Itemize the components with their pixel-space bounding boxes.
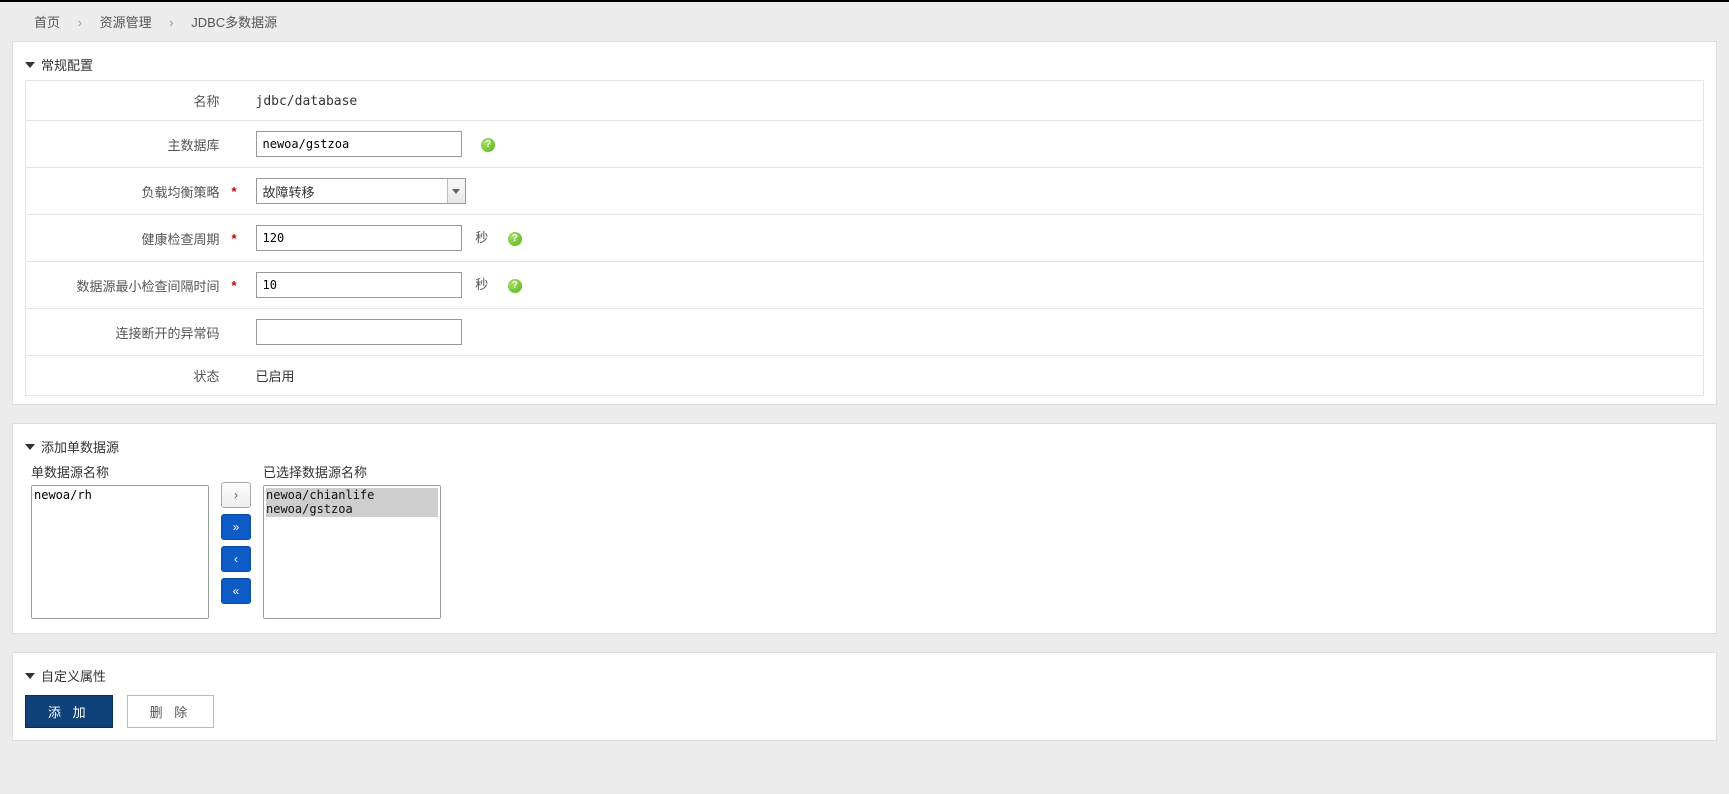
- available-ds-list[interactable]: newoa/rh: [31, 485, 209, 619]
- list-item[interactable]: newoa/rh: [34, 488, 206, 502]
- add-single-ds-panel: 添加单数据源 单数据源名称 newoa/rh › » ‹ « 已选择数据源名称 …: [12, 423, 1717, 634]
- min-interval-label: 数据源最小检查间隔时间: [26, 262, 226, 309]
- selected-ds-list[interactable]: newoa/chianlifenewoa/gstzoa: [263, 485, 441, 619]
- required-mark: *: [226, 168, 250, 215]
- general-config-panel: 常规配置 名称 jdbc/database 主数据库 ? 负载均衡策略 * 故障…: [12, 41, 1717, 405]
- lb-strategy-label: 负载均衡策略: [26, 168, 226, 215]
- lb-strategy-select[interactable]: 故障转移: [256, 178, 466, 204]
- move-left-button[interactable]: ‹: [221, 546, 251, 572]
- custom-props-panel: 自定义属性 添 加 删 除: [12, 652, 1717, 741]
- health-unit: 秒: [475, 230, 488, 245]
- required-mark: *: [226, 215, 250, 262]
- breadcrumb-sep-icon: ›: [169, 15, 173, 30]
- name-value: jdbc/database: [256, 94, 358, 109]
- help-icon[interactable]: ?: [508, 232, 522, 246]
- exception-code-label: 连接断开的异常码: [26, 309, 226, 356]
- master-db-input[interactable]: [256, 131, 462, 157]
- move-right-button[interactable]: ›: [221, 482, 251, 508]
- move-right-all-button[interactable]: »: [221, 514, 251, 540]
- section-add-ds-title[interactable]: 添加单数据源: [13, 434, 1716, 462]
- move-left-all-button[interactable]: «: [221, 578, 251, 604]
- add-button[interactable]: 添 加: [25, 695, 113, 728]
- master-db-label: 主数据库: [26, 121, 226, 168]
- config-table: 名称 jdbc/database 主数据库 ? 负载均衡策略 * 故障转移 健康…: [25, 80, 1704, 396]
- chevron-down-icon: [447, 179, 465, 203]
- status-label: 状态: [26, 356, 226, 396]
- breadcrumb-resource[interactable]: 资源管理: [100, 15, 152, 30]
- breadcrumb-sep-icon: ›: [78, 15, 82, 30]
- help-icon[interactable]: ?: [508, 279, 522, 293]
- available-ds-label: 单数据源名称: [31, 462, 209, 481]
- list-item[interactable]: newoa/gstzoa: [266, 502, 438, 516]
- required-mark: *: [226, 262, 250, 309]
- list-item[interactable]: newoa/chianlife: [266, 488, 438, 502]
- min-unit: 秒: [475, 277, 488, 292]
- section-custom-props-title[interactable]: 自定义属性: [13, 663, 1716, 691]
- health-period-label: 健康检查周期: [26, 215, 226, 262]
- name-label: 名称: [26, 81, 226, 121]
- breadcrumb-current: JDBC多数据源: [191, 15, 277, 30]
- breadcrumb: 首页 › 资源管理 › JDBC多数据源: [0, 2, 1729, 41]
- breadcrumb-home[interactable]: 首页: [34, 15, 60, 30]
- help-icon[interactable]: ?: [481, 138, 495, 152]
- delete-button[interactable]: 删 除: [127, 695, 215, 728]
- section-general-title[interactable]: 常规配置: [13, 52, 1716, 80]
- status-value: 已启用: [256, 370, 295, 385]
- exception-code-input[interactable]: [256, 319, 462, 345]
- min-interval-input[interactable]: [256, 272, 462, 298]
- health-period-input[interactable]: [256, 225, 462, 251]
- selected-ds-label: 已选择数据源名称: [263, 462, 441, 481]
